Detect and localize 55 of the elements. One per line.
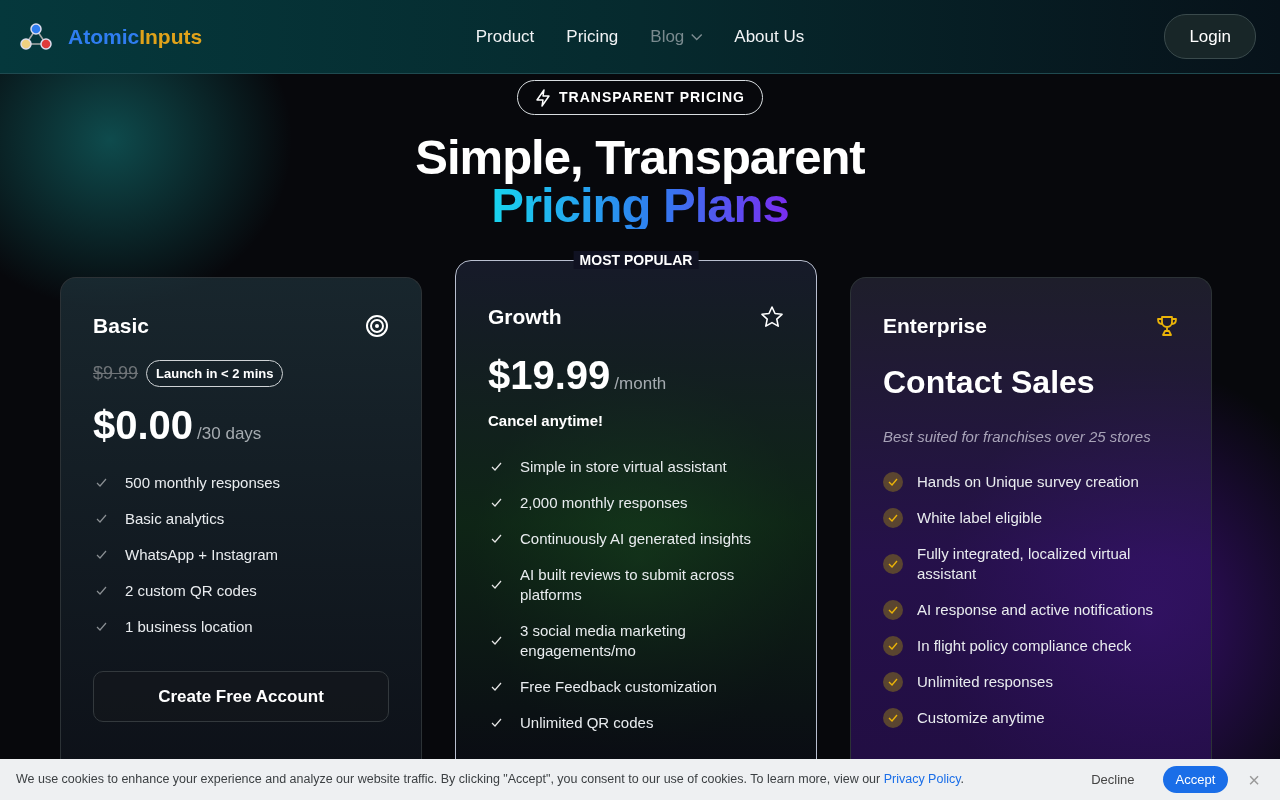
feature-text: 1 business location bbox=[125, 616, 253, 637]
feature-text: Hands on Unique survey creation bbox=[917, 472, 1139, 492]
most-popular-label: MOST POPULAR bbox=[573, 251, 699, 269]
feature-text: 2 custom QR codes bbox=[125, 580, 257, 601]
logo-icon bbox=[20, 22, 52, 51]
feature-text: Unlimited responses bbox=[917, 672, 1053, 692]
check-circle-icon bbox=[883, 554, 903, 574]
plan-name: Growth bbox=[488, 304, 562, 330]
check-circle-icon bbox=[883, 708, 903, 728]
brand-name[interactable]: AtomicInputs bbox=[68, 20, 203, 53]
feature-text: Simple in store virtual assistant bbox=[520, 456, 727, 477]
feature-text: Continuously AI generated insights bbox=[520, 528, 751, 549]
feature-text: White label eligible bbox=[917, 508, 1043, 528]
feature-text: 2,000 monthly responses bbox=[520, 492, 688, 513]
plan-name: Basic bbox=[93, 313, 150, 339]
price: $0.00 bbox=[93, 405, 194, 445]
price: Contact Sales bbox=[883, 365, 1095, 398]
feature-text: AI built reviews to submit across platforms bbox=[520, 564, 736, 605]
feature-text: Free Feedback customization bbox=[520, 676, 717, 697]
feature-text: 500 monthly responses bbox=[125, 472, 281, 493]
star-icon bbox=[760, 304, 784, 329]
check-circle-icon bbox=[883, 472, 903, 492]
feature-text: Unlimited QR codes bbox=[520, 712, 654, 733]
billing-period: /month bbox=[614, 372, 667, 395]
check-circle-icon bbox=[883, 636, 903, 656]
feature-text: WhatsApp + Instagram bbox=[125, 544, 278, 565]
nav-dropdown[interactable]: Blog bbox=[650, 24, 703, 50]
accept-button[interactable]: Accept bbox=[1162, 765, 1229, 794]
privacy-policy-link[interactable]: Privacy Policy bbox=[883, 772, 961, 787]
feature-text: Customize anytime bbox=[917, 708, 1045, 728]
nav-link[interactable]: Product bbox=[475, 24, 535, 50]
feature-text: Fully integrated, localized virtual assistant bbox=[917, 544, 1132, 584]
plan-note: Cancel anytime! bbox=[488, 411, 605, 431]
billing-period: /30 days bbox=[197, 423, 262, 445]
cookie-message: We use cookies to enhance your experience and analyze our website traffic. By clicking "Accept", you consent to our use of cookies. To learn more, view our Privacy Policy. bbox=[16, 771, 965, 789]
trophy-icon bbox=[1155, 313, 1179, 338]
price: $19.99 bbox=[488, 354, 611, 395]
chevron-down-icon bbox=[690, 33, 703, 41]
nav-link[interactable]: Pricing bbox=[566, 24, 619, 50]
create-account-button[interactable]: Create Free Account bbox=[93, 670, 389, 722]
plan-subtitle: Best suited for franchises over 25 stores bbox=[883, 426, 1152, 447]
decline-button[interactable]: Decline bbox=[1085, 768, 1141, 791]
feature-text: In flight policy compliance check bbox=[917, 636, 1132, 656]
feature-text: Basic analytics bbox=[125, 508, 225, 529]
old-price: $9.99 bbox=[93, 361, 139, 385]
target-icon bbox=[365, 313, 389, 338]
check-circle-icon bbox=[883, 508, 903, 528]
feature-text: 3 social media marketing engagements/mo bbox=[520, 620, 687, 661]
lightning-icon bbox=[535, 88, 551, 107]
login-button[interactable]: Login bbox=[1164, 13, 1256, 60]
check-circle-icon bbox=[883, 600, 903, 620]
feature-text: AI response and active notifications bbox=[917, 600, 1153, 620]
nav-link[interactable]: About Us bbox=[734, 24, 805, 50]
check-circle-icon bbox=[883, 672, 903, 692]
plan-name: Enterprise bbox=[883, 313, 987, 339]
